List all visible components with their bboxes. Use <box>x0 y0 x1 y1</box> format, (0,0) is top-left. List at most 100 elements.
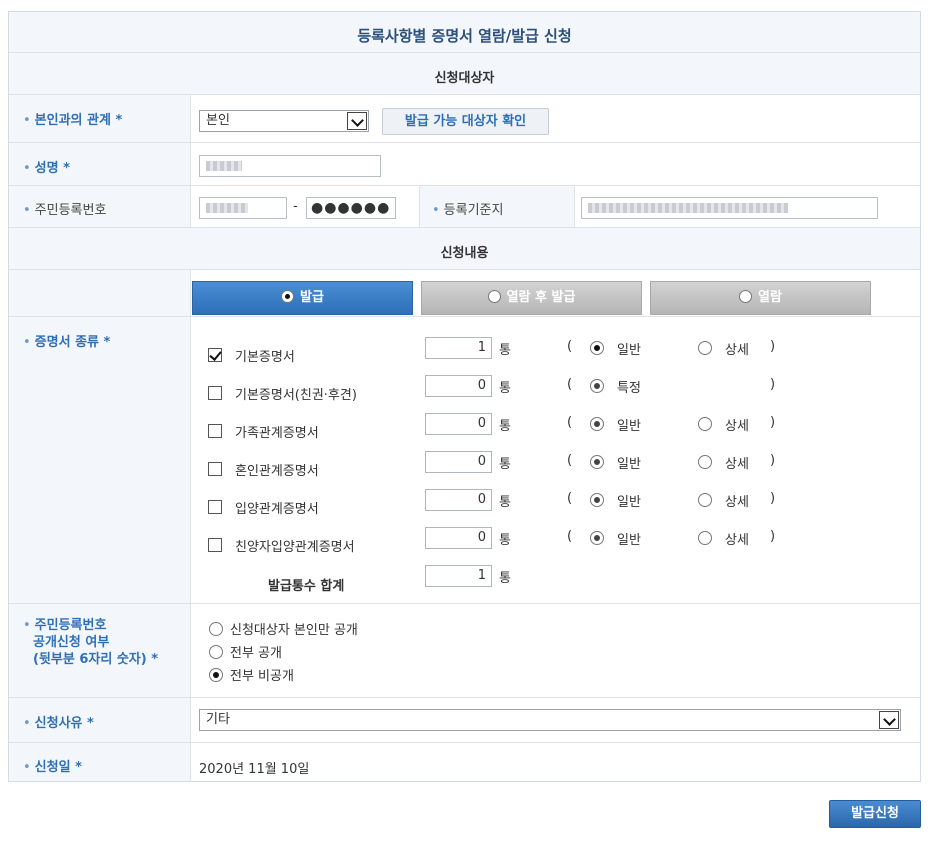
cert-family-detail-radio[interactable] <box>698 417 712 431</box>
reason-label: • 신청사유 * <box>23 716 94 731</box>
redacted-rrn-front <box>206 203 248 213</box>
cert-marriage-label: 혼인관계증명서 <box>235 464 319 479</box>
cert-family-general-radio[interactable] <box>590 417 604 431</box>
mode-tabs-row: 발급 열람 후 발급 열람 <box>9 270 920 317</box>
rrn-back-input[interactable]: ●●●●●● <box>306 197 396 219</box>
base-address-label: • 등록기준지 <box>432 203 504 218</box>
disclose-self-only-radio[interactable] <box>209 622 223 636</box>
tab-view[interactable]: 열람 <box>650 281 871 315</box>
cert-basic-detail-radio[interactable] <box>698 341 712 355</box>
cert-types-row: • 증명서 종류 * 기본증명서 1 통 ( 일반 상세 ) 기본증명서(친권·후… <box>9 317 920 604</box>
cert-guardian-specific-radio[interactable] <box>590 379 604 393</box>
paren-close: ) <box>770 377 776 392</box>
disclose-none-radio[interactable] <box>209 668 223 682</box>
chevron-down-icon <box>347 112 367 130</box>
tabs-label-cell <box>9 270 191 316</box>
unit-label: 통 <box>499 457 511 472</box>
cert-adoption-general-label: 일반 <box>617 495 641 510</box>
paren-open: ( <box>567 415 573 430</box>
rrn-dash: - <box>293 199 298 214</box>
paren-open: ( <box>567 529 573 544</box>
cert-guardian-count[interactable]: 0 <box>425 375 492 397</box>
cert-full-adoption-detail-radio[interactable] <box>698 531 712 545</box>
date-label-cell: • 신청일 * <box>9 743 191 781</box>
rrn-front-input[interactable] <box>199 197 287 219</box>
submit-issue-button[interactable]: 발급신청 <box>829 800 921 828</box>
disclosure-row: • 주민등록번호 공개신청 여부 (뒷부분 6자리 숫자) * 신청대상자 본인만… <box>9 604 920 698</box>
rrn-row: • 주민등록번호 - ●●●●●● • 등록기준지 <box>9 186 920 228</box>
cert-guardian-checkbox[interactable] <box>208 386 222 400</box>
cert-adoption-count[interactable]: 0 <box>425 489 492 511</box>
radio-icon <box>739 290 753 303</box>
disclosure-label: • 주민등록번호 공개신청 여부 (뒷부분 6자리 숫자) * <box>23 618 159 667</box>
cert-basic-checkbox[interactable] <box>208 348 222 362</box>
name-label: • 성명 * <box>23 161 70 176</box>
paren-open: ( <box>567 491 573 506</box>
redacted-name <box>206 161 242 171</box>
cert-guardian-label: 기본증명서(친권·후견) <box>235 388 357 403</box>
cert-adoption-checkbox[interactable] <box>208 500 222 514</box>
reason-select[interactable]: 기타 <box>199 709 901 731</box>
cert-basic-general-radio[interactable] <box>590 341 604 355</box>
cert-marriage-count[interactable]: 0 <box>425 451 492 473</box>
cert-adoption-general-radio[interactable] <box>590 493 604 507</box>
cert-family-checkbox[interactable] <box>208 424 222 438</box>
cert-basic-detail-label: 상세 <box>725 343 749 358</box>
reason-label-cell: • 신청사유 * <box>9 698 191 742</box>
paren-open: ( <box>567 377 573 392</box>
cert-marriage-detail-label: 상세 <box>725 457 749 472</box>
cert-family-label: 가족관계증명서 <box>235 426 319 441</box>
tab-view-then-issue[interactable]: 열람 후 발급 <box>421 281 642 315</box>
cert-marriage-general-radio[interactable] <box>590 455 604 469</box>
relation-label: • 본인과의 관계 * <box>23 113 123 128</box>
cert-full-adoption-label: 친양자입양관계증명서 <box>235 540 355 555</box>
name-input[interactable] <box>199 155 381 177</box>
disclose-self-only-label: 신청대상자 본인만 공개 <box>230 623 358 638</box>
unit-label: 통 <box>499 495 511 510</box>
paren-close: ) <box>770 491 776 506</box>
cert-marriage-detail-radio[interactable] <box>698 455 712 469</box>
base-address-input[interactable] <box>581 197 878 219</box>
page-title: 등록사항별 증명서 열람/발급 신청 <box>357 27 572 45</box>
cert-family-count[interactable]: 0 <box>425 413 492 435</box>
date-label: • 신청일 * <box>23 760 82 775</box>
section-target-title: 신청대상자 <box>434 71 495 86</box>
cert-full-adoption-general-radio[interactable] <box>590 531 604 545</box>
cert-full-adoption-detail-label: 상세 <box>725 533 749 548</box>
unit-label: 통 <box>499 533 511 548</box>
cert-adoption-label: 입양관계증명서 <box>235 502 319 517</box>
cert-guardian-specific-label: 특정 <box>617 381 641 396</box>
name-row: • 성명 * <box>9 143 920 186</box>
application-date: 2020년 11월 10일 <box>199 762 310 777</box>
redacted-base-address <box>588 203 788 213</box>
unit-label: 통 <box>499 571 511 586</box>
cert-adoption-detail-radio[interactable] <box>698 493 712 507</box>
paren-close: ) <box>770 415 776 430</box>
check-eligible-button[interactable]: 발급 가능 대상자 확인 <box>382 108 549 135</box>
disclose-all-label: 전부 공개 <box>230 646 282 661</box>
section-target-header: 신청대상자 <box>9 53 920 95</box>
section-content-header: 신청내용 <box>9 228 920 270</box>
cert-full-adoption-general-label: 일반 <box>617 533 641 548</box>
unit-label: 통 <box>499 419 511 434</box>
tab-issue[interactable]: 발급 <box>192 281 413 315</box>
disclose-all-radio[interactable] <box>209 645 223 659</box>
cert-basic-general-label: 일반 <box>617 343 641 358</box>
cert-full-adoption-count[interactable]: 0 <box>425 527 492 549</box>
cert-marriage-general-label: 일반 <box>617 457 641 472</box>
rrn-label-cell: • 주민등록번호 <box>9 186 191 227</box>
base-address-label-cell: • 등록기준지 <box>419 186 575 227</box>
relation-select[interactable]: 본인 <box>199 110 369 132</box>
form-header: 등록사항별 증명서 열람/발급 신청 <box>9 12 920 53</box>
cert-types-label: • 증명서 종류 * <box>23 335 111 350</box>
cert-full-adoption-checkbox[interactable] <box>208 538 222 552</box>
cert-basic-count[interactable]: 1 <box>425 337 492 359</box>
rrn-label: • 주민등록번호 <box>23 203 107 218</box>
date-row: • 신청일 * 2020년 11월 10일 <box>9 743 920 781</box>
cert-family-detail-label: 상세 <box>725 419 749 434</box>
unit-label: 통 <box>499 381 511 396</box>
unit-label: 통 <box>499 343 511 358</box>
cert-marriage-checkbox[interactable] <box>208 462 222 476</box>
cert-family-general-label: 일반 <box>617 419 641 434</box>
chevron-down-icon <box>879 711 899 729</box>
